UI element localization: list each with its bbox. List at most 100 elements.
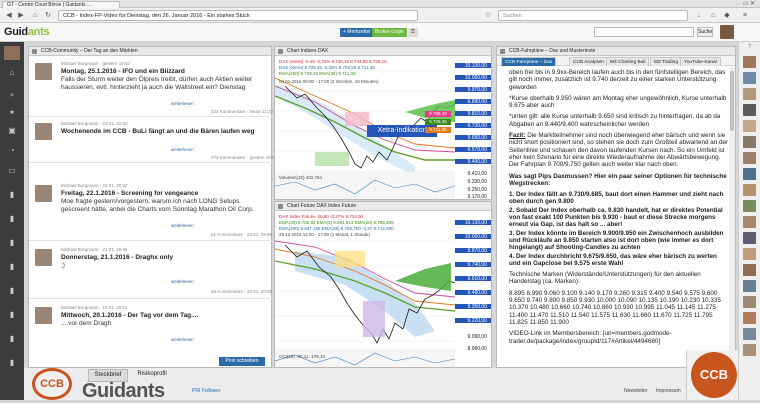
- home2-icon[interactable]: ⌂: [708, 11, 718, 20]
- contact-avatar[interactable]: [743, 88, 756, 100]
- app-header: Guidants + Merkzettel Broker-Login ⚿ Suc…: [0, 23, 760, 42]
- ccb-logo: CCB: [32, 368, 72, 400]
- post-title[interactable]: Freitag, 22.1.2016 - Screening for venge…: [61, 190, 198, 197]
- contact-avatar[interactable]: [743, 120, 756, 132]
- guidants-logo[interactable]: Guidants: [4, 26, 50, 38]
- chart-legend: DAX Index Future ·26,50 ·0,27% 9.714,00: [279, 214, 364, 219]
- contact-avatar[interactable]: [743, 232, 756, 244]
- read-more-link[interactable]: weiterlesen: [171, 223, 194, 228]
- chart-nav-icon[interactable]: ◔: [6, 146, 18, 156]
- help-icon[interactable]: ?: [743, 44, 756, 52]
- post-write-button[interactable]: Post schreiben: [219, 357, 265, 366]
- read-more-link[interactable]: weiterlesen: [171, 337, 194, 342]
- post-title[interactable]: Montag, 25.1.2016 - IFO und ein Blizzard: [61, 68, 185, 75]
- lock-icon[interactable]: ⚿: [408, 28, 418, 37]
- user-avatar[interactable]: [720, 25, 734, 39]
- contact-avatar[interactable]: [743, 168, 756, 180]
- merkzettel-button[interactable]: + Merkzettel: [340, 28, 374, 37]
- read-more-link[interactable]: weiterlesen: [171, 147, 194, 152]
- contact-avatar[interactable]: [743, 344, 756, 356]
- tab-charting[interactable]: M3 Charting Buli: [606, 57, 650, 66]
- app-search-input[interactable]: [594, 27, 694, 37]
- bookmark8-nav-icon[interactable]: ▮: [6, 358, 18, 368]
- post-title[interactable]: Wochenende im CCB - BuLi fängt an und di…: [61, 128, 254, 135]
- window-controls-icon[interactable]: ▭ ✕: [740, 0, 758, 8]
- contact-avatar[interactable]: [743, 280, 756, 292]
- contact-avatar[interactable]: [743, 216, 756, 228]
- contact-avatar[interactable]: [743, 264, 756, 276]
- browser-search-input[interactable]: Suchen: [498, 10, 688, 21]
- tab-youtube[interactable]: YouTube-Kanal: [680, 57, 721, 66]
- monitor-nav-icon[interactable]: ▭: [6, 166, 18, 176]
- bookmark7-nav-icon[interactable]: ▮: [6, 334, 18, 344]
- home-nav-icon[interactable]: ⌂: [6, 68, 18, 78]
- broker-login-button[interactable]: Broker-Login: [372, 28, 407, 37]
- contact-avatar[interactable]: [743, 328, 756, 340]
- read-more-link[interactable]: weiterlesen: [171, 101, 194, 106]
- comment-count[interactable]: 81 Kommentare · 23.01. 09:58: [211, 232, 272, 237]
- bookmark4-nav-icon[interactable]: ▮: [6, 262, 18, 272]
- contact-avatar[interactable]: [743, 56, 756, 68]
- bookmark-nav-icon[interactable]: ▮: [6, 190, 18, 200]
- briefcase-nav-icon[interactable]: ▣: [6, 126, 18, 136]
- read-more-link[interactable]: weiterlesen: [171, 279, 194, 284]
- bookmark5-nav-icon[interactable]: ▮: [6, 286, 18, 296]
- comment-count[interactable]: 273 Kommentare · gestern 19:58: [211, 155, 277, 160]
- author-avatar[interactable]: [35, 123, 52, 140]
- tab-risikoprofil[interactable]: Risikoprofil: [132, 369, 172, 380]
- reload-icon[interactable]: ↻: [43, 11, 53, 20]
- tab-analysen[interactable]: CCB Analysen: [569, 57, 608, 66]
- contact-avatar[interactable]: [743, 136, 756, 148]
- contact-avatar[interactable]: [743, 152, 756, 164]
- contact-avatar[interactable]: [743, 296, 756, 308]
- price-axis-label: 9.220,00: [467, 318, 487, 324]
- menu-icon[interactable]: ≡: [740, 11, 750, 20]
- app-search-button[interactable]: Suche: [697, 27, 713, 37]
- follower-link[interactable]: PRI Follower: [192, 388, 221, 394]
- contact-avatar[interactable]: [743, 72, 756, 84]
- contact-avatar[interactable]: [743, 184, 756, 196]
- home-icon[interactable]: ⌂: [30, 11, 40, 20]
- contact-avatar[interactable]: [743, 104, 756, 116]
- tab-trading[interactable]: M3 Trading: [650, 57, 682, 66]
- back-icon[interactable]: ◀: [4, 11, 14, 20]
- extensions-icon[interactable]: ◆: [722, 11, 732, 20]
- address-bar[interactable]: CCB - Index-FP-Video für Dienstag, den 2…: [58, 10, 418, 21]
- newsletter-link[interactable]: Newsletter: [624, 388, 648, 394]
- price-marker: 9.729,45: [425, 119, 451, 125]
- author-avatar[interactable]: [35, 185, 52, 202]
- contact-avatar[interactable]: [743, 200, 756, 212]
- scrollbar-thumb[interactable]: [730, 71, 734, 131]
- scrollbar[interactable]: [729, 67, 735, 367]
- author-avatar[interactable]: [35, 63, 52, 80]
- bookmark6-nav-icon[interactable]: ▮: [6, 310, 18, 320]
- comment-count[interactable]: 85 Kommentare · 22.01. 20:58: [211, 289, 272, 294]
- search-nav-icon[interactable]: ⌕: [6, 90, 18, 100]
- author-avatar[interactable]: [35, 249, 52, 266]
- chart-legend: EMA(20) 9.786,82 EMA(3) 9.691,814 SMA(20…: [279, 220, 394, 225]
- price-axis-label: 10.130,00: [464, 63, 487, 69]
- bottom-bar: CCB Steckbrief Risikoprofil Guidants PRI…: [24, 368, 738, 402]
- browser-tab[interactable]: GT - Centre Court Börse | Guidants ...: [2, 1, 120, 8]
- impressum-link[interactable]: Impressum: [656, 388, 681, 394]
- contact-avatar[interactable]: [743, 248, 756, 260]
- comment-count[interactable]: 222 Kommentare · heute 11:28: [211, 109, 273, 114]
- post-title[interactable]: Donnerstag, 21.1.2016 - Draghx only: [61, 254, 173, 261]
- profile-avatar[interactable]: [4, 46, 20, 60]
- star-nav-icon[interactable]: ✶: [6, 108, 18, 118]
- contact-avatar[interactable]: [743, 312, 756, 324]
- download-icon[interactable]: ↓: [694, 11, 704, 20]
- chart-future-panel: Chart Future DAX Index Future DAX Index …: [274, 201, 492, 368]
- forward-icon[interactable]: ▶: [16, 11, 26, 20]
- author-avatar[interactable]: [35, 307, 52, 324]
- tab-fahrplaene[interactable]: CCB-Fahrpläne – Dax: [501, 57, 557, 66]
- article-paragraph: 1. Der Index fällt an 9.730/9.685, baut …: [509, 191, 724, 206]
- bookmark3-nav-icon[interactable]: ▮: [6, 238, 18, 248]
- article-paragraph: oben frei bis in 9.9xx-Bereich laufen au…: [509, 69, 726, 91]
- post-title[interactable]: Mittwoch, 20.1.2016 - Der Tag vor dem Ta…: [61, 312, 198, 319]
- post-text: ....vor dem Dragh: [61, 320, 112, 327]
- list-item: Michael Borgmann · 19.01. 20:01 Mittwoch…: [29, 301, 273, 355]
- bookmark-icon[interactable]: ☆: [483, 11, 493, 20]
- chart-dax-panel: Chart Indizes DAX DAX (Xetra) ·0,49 ·0,7…: [274, 46, 492, 200]
- bookmark2-nav-icon[interactable]: ▮: [6, 214, 18, 224]
